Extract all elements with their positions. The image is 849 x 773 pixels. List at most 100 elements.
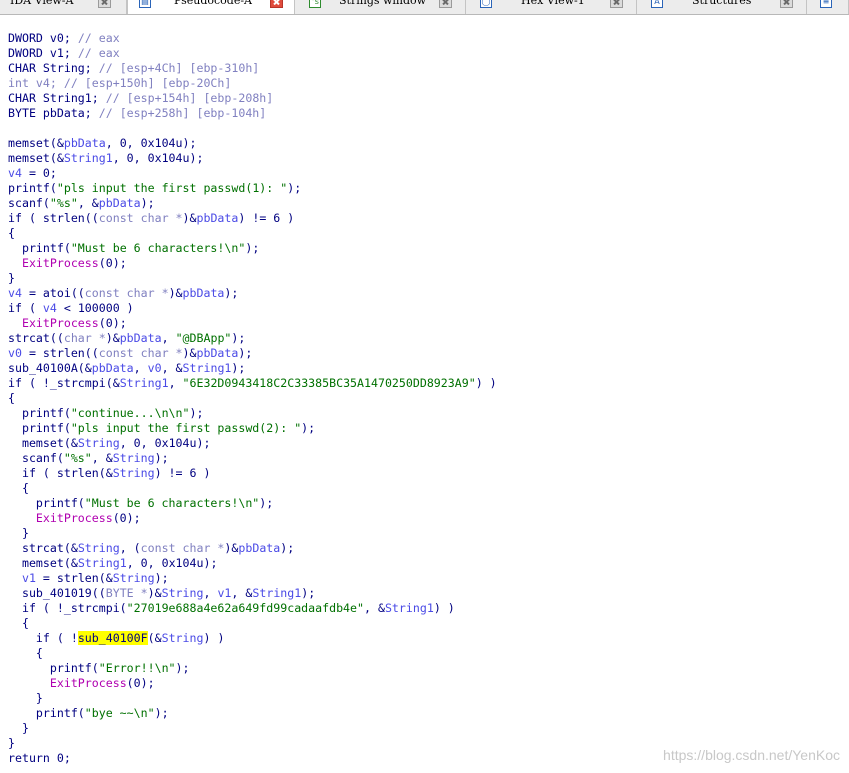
code-variable[interactable]: pbData (120, 331, 162, 345)
code-variable[interactable]: v1 (22, 571, 36, 585)
code-variable[interactable]: String (78, 436, 120, 450)
code-variable[interactable]: String (78, 541, 120, 555)
code-line[interactable]: if ( v4 < 100000 ) (8, 301, 497, 316)
code-line[interactable]: } (8, 271, 497, 286)
code-line[interactable]: sub_401019((BYTE *)&String, v1, &String1… (8, 586, 497, 601)
code-line[interactable] (8, 121, 497, 136)
code-line[interactable]: printf("Error!!\n"); (8, 661, 497, 676)
code-function[interactable]: ExitProcess (50, 676, 127, 690)
code-line[interactable]: printf("Must be 6 characters!\n"); (8, 496, 497, 511)
code-line[interactable]: { (8, 481, 497, 496)
pseudocode-view[interactable]: DWORD v0; // eax DWORD v1; // eax CHAR Str… (8, 31, 497, 766)
code-line[interactable]: scanf("%s", &pbData); (8, 196, 497, 211)
code-line[interactable]: printf("bye ~~\n"); (8, 706, 497, 721)
code-function[interactable]: ExitProcess (36, 511, 113, 525)
code-variable[interactable]: pbData (183, 286, 225, 300)
code-variable[interactable]: pbData (196, 346, 238, 360)
code-variable[interactable]: pbData (238, 541, 280, 555)
code-line[interactable]: { (8, 646, 497, 661)
code-line[interactable]: v4 = atoi((const char *)&pbData); (8, 286, 497, 301)
code-line[interactable]: printf("Must be 6 characters!\n"); (8, 241, 497, 256)
code-line[interactable]: { (8, 616, 497, 631)
code-line[interactable]: v1 = strlen(&String); (8, 571, 497, 586)
code-variable[interactable]: String1 (64, 151, 113, 165)
code-line[interactable]: v0 = strlen((const char *)&pbData); (8, 346, 497, 361)
code-variable[interactable]: pbData (64, 136, 106, 150)
code-line[interactable]: { (8, 391, 497, 406)
code-line[interactable]: if ( !_strcmpi("27019e688a4e62a649fd99ca… (8, 601, 497, 616)
code-line[interactable]: v4 = 0; (8, 166, 497, 181)
code-variable[interactable]: String1 (252, 586, 301, 600)
code-line[interactable]: sub_40100A(&pbData, v0, &String1); (8, 361, 497, 376)
code-line[interactable]: } (8, 736, 497, 751)
code-line[interactable]: if ( strlen(&String) != 6 ) (8, 466, 497, 481)
close-icon[interactable] (610, 0, 623, 8)
code-line[interactable]: ExitProcess(0); (8, 256, 497, 271)
code-line[interactable]: { (8, 226, 497, 241)
code-text: memset(& (8, 556, 78, 570)
code-variable[interactable]: String (113, 451, 155, 465)
code-variable[interactable]: pbData (196, 211, 238, 225)
code-line[interactable]: memset(&String1, 0, 0x104u); (8, 151, 497, 166)
code-line[interactable]: printf("pls input the first passwd(2): "… (8, 421, 497, 436)
code-variable[interactable]: String (113, 571, 155, 585)
code-line[interactable]: int v4; // [esp+150h] [ebp-20Ch] (8, 76, 497, 91)
code-line[interactable]: printf("continue...\n\n"); (8, 406, 497, 421)
code-line[interactable]: scanf("%s", &String); (8, 451, 497, 466)
close-icon[interactable] (270, 0, 283, 8)
code-function[interactable]: ExitProcess (22, 316, 99, 330)
code-comment: // [esp+258h] [ebp-104h] (98, 106, 267, 120)
code-variable[interactable]: pbData (92, 361, 134, 375)
code-variable[interactable]: pbData (99, 196, 141, 210)
code-line[interactable]: } (8, 526, 497, 541)
code-line[interactable]: if ( strlen((const char *)&pbData) != 6 … (8, 211, 497, 226)
tab-pseudocode[interactable]: ▤ Pseudocode-A (127, 0, 295, 14)
tab-hex-view[interactable]: ◯ Hex View-1 (466, 0, 637, 14)
tab-enums[interactable]: ≡ (807, 0, 849, 14)
code-variable[interactable]: v0 (148, 361, 162, 375)
code-line[interactable]: if ( !_strcmpi(&String1, "6E32D0943418C2… (8, 376, 497, 391)
tab-structures[interactable]: A Structures (637, 0, 807, 14)
code-line[interactable]: BYTE pbData; // [esp+258h] [ebp-104h] (8, 106, 497, 121)
code-line[interactable]: ExitProcess(0); (8, 676, 497, 691)
close-icon[interactable] (780, 0, 793, 8)
code-variable[interactable]: v0 (8, 346, 22, 360)
code-text: (0); (98, 316, 127, 330)
code-line[interactable]: strcat(&String, (const char *)&pbData); (8, 541, 497, 556)
code-variable[interactable]: v1 (217, 586, 231, 600)
code-variable[interactable]: String (162, 586, 204, 600)
code-line[interactable]: return 0; (8, 751, 497, 766)
code-line[interactable]: printf("pls input the first passwd(1): "… (8, 181, 497, 196)
code-line[interactable]: } (8, 691, 497, 706)
tab-strings-window[interactable]: "s Strings window (295, 0, 466, 14)
code-variable[interactable]: String (113, 466, 155, 480)
code-variable[interactable]: String1 (385, 601, 434, 615)
highlighted-identifier[interactable]: sub_40100F (77, 631, 148, 645)
code-variable[interactable]: String (162, 631, 204, 645)
code-text: scanf( (8, 451, 64, 465)
code-line[interactable]: memset(&String, 0, 0x104u); (8, 436, 497, 451)
code-line[interactable]: DWORD v1; // eax (8, 46, 497, 61)
code-text: } (8, 691, 43, 705)
code-line[interactable]: DWORD v0; // eax (8, 31, 497, 46)
code-line[interactable]: } (8, 721, 497, 736)
code-line[interactable]: CHAR String1; // [esp+154h] [ebp-208h] (8, 91, 497, 106)
close-icon[interactable] (439, 0, 452, 8)
close-icon[interactable] (98, 0, 111, 8)
code-variable[interactable]: v4 (43, 301, 57, 315)
code-line[interactable]: if ( !sub_40100F(&String) ) (8, 631, 497, 646)
code-variable[interactable]: String1 (183, 361, 232, 375)
code-function[interactable]: ExitProcess (22, 256, 99, 270)
code-variable[interactable]: v4 (8, 166, 22, 180)
code-line[interactable]: memset(&String1, 0, 0x104u); (8, 556, 497, 571)
code-variable[interactable]: String1 (120, 376, 169, 390)
code-text: ); (189, 406, 204, 420)
code-line[interactable]: strcat((char *)&pbData, "@DBApp"); (8, 331, 497, 346)
code-variable[interactable]: String1 (78, 556, 127, 570)
code-line[interactable]: memset(&pbData, 0, 0x104u); (8, 136, 497, 151)
code-line[interactable]: ExitProcess(0); (8, 316, 497, 331)
code-line[interactable]: ExitProcess(0); (8, 511, 497, 526)
tab-ida-view[interactable]: IDA View-A (0, 0, 127, 14)
code-variable[interactable]: v4 (8, 286, 22, 300)
code-line[interactable]: CHAR String; // [esp+4Ch] [ebp-310h] (8, 61, 497, 76)
